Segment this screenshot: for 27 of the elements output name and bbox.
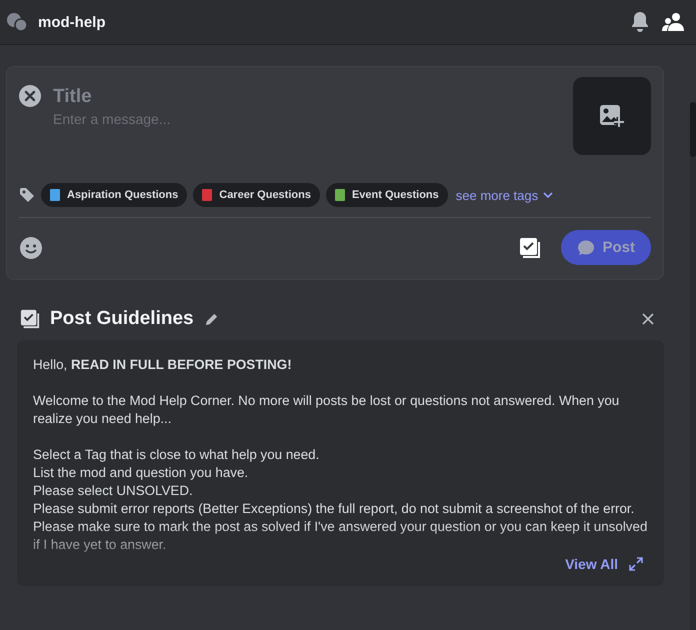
tag-chip[interactable]: Event Questions [326,183,448,207]
add-image-button[interactable] [573,77,651,155]
see-more-tags-link[interactable]: see more tags [454,188,556,202]
close-icon[interactable] [19,85,41,107]
tag-icon [19,187,35,203]
guidelines-title: Post Guidelines [50,308,194,330]
guideline-text: Select a Tag that is close to what help you need. List the mod and question you have. Please select UNSOLVED. Please submit error reports (Better Exceptions) the full report, do not submit a screenshot of the error. Please make sure to mark the post as solved if I've answered your question or you can keep it unsolved if I have yet to answer. [33,446,648,554]
tag-chip[interactable]: Aspiration Questions [41,183,188,207]
forum-icon [6,12,28,32]
channel-name: mod-help [38,14,106,30]
image-add-icon [599,103,625,129]
members-icon[interactable] [662,12,684,32]
guideline-text: Welcome to the Mod Help Corner. No more will posts be lost or questions not answered. When you realize you need help... [33,392,620,428]
emoji-icon[interactable] [19,236,43,260]
expand-icon[interactable] [628,556,644,572]
speech-bubble-icon [577,240,596,256]
guideline-text: Hello, READ IN FULL BEFORE POSTING! [33,356,293,374]
pencil-icon[interactable] [204,312,219,326]
tag-chip[interactable]: Career Questions [193,183,320,207]
message-field[interactable]: Enter a message... [53,111,561,127]
chevron-down-icon [543,191,554,199]
view-all-link[interactable]: View All [565,556,618,572]
checklist-icon [20,309,40,329]
checklist-icon[interactable] [519,236,542,258]
bell-icon[interactable] [630,11,650,33]
title-field[interactable]: Title [53,85,561,109]
close-icon[interactable] [642,313,654,325]
